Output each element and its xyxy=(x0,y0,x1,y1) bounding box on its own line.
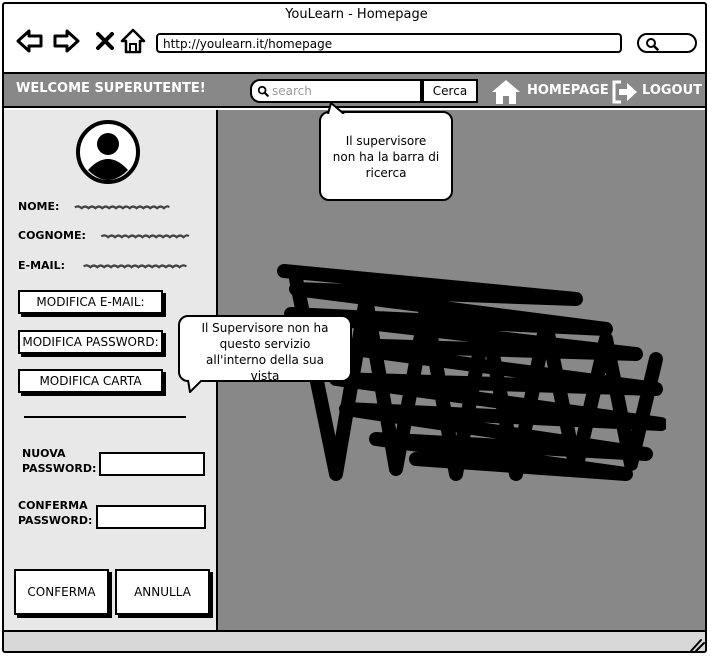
logout-icon[interactable] xyxy=(611,79,639,105)
callout-tail xyxy=(187,380,203,393)
confirm-password-label: CONFERMA PASSWORD: xyxy=(18,499,93,527)
service-note-callout: Il Supervisore non ha questo servizio al… xyxy=(178,315,352,383)
divider xyxy=(24,416,186,418)
nome-value xyxy=(74,205,171,210)
resize-handle-icon[interactable] xyxy=(689,638,705,652)
search-icon xyxy=(257,85,269,97)
email-value xyxy=(82,264,188,269)
confirm-button[interactable]: CONFERMA xyxy=(14,569,109,615)
home-icon[interactable] xyxy=(118,26,148,56)
cognome-label: COGNOME: xyxy=(18,229,86,242)
homepage-link[interactable]: HOMEPAGE xyxy=(527,83,609,98)
search-placeholder: search xyxy=(272,84,312,98)
cancel-button[interactable]: ANNULLA xyxy=(115,569,210,615)
home-icon[interactable] xyxy=(491,79,521,105)
edit-email-button[interactable]: MODIFICA E-MAIL: xyxy=(18,290,163,314)
welcome-text: WELCOME SUPERUTENTE! xyxy=(16,81,206,96)
cognome-value xyxy=(100,234,190,239)
search-note-callout: Il supervisore non ha la barra di ricerc… xyxy=(319,111,453,201)
status-bar xyxy=(4,630,705,651)
url-field[interactable]: http://youlearn.it/homepage xyxy=(156,33,622,53)
window-title: YouLearn - Homepage xyxy=(285,7,428,22)
search-input[interactable]: search xyxy=(250,79,422,103)
search-button[interactable]: Cerca xyxy=(422,79,478,103)
browser-search-field[interactable] xyxy=(637,33,697,53)
new-password-input[interactable] xyxy=(99,452,205,476)
callout-tail xyxy=(327,102,345,114)
new-password-label: NUOVA PASSWORD: xyxy=(22,447,97,475)
email-label: E-MAIL: xyxy=(18,259,66,272)
forward-arrow-icon[interactable] xyxy=(52,26,82,56)
browser-window: YouLearn - Homepage http://youlearn.it/h… xyxy=(2,2,707,653)
avatar xyxy=(76,120,140,184)
edit-card-button[interactable]: MODIFICA CARTA xyxy=(18,369,163,393)
back-arrow-icon[interactable] xyxy=(14,26,44,56)
confirm-password-input[interactable] xyxy=(96,505,206,529)
edit-password-button[interactable]: MODIFICA PASSWORD: xyxy=(18,330,163,354)
close-icon[interactable] xyxy=(90,26,120,56)
nome-label: NOME: xyxy=(18,200,60,213)
search-icon xyxy=(646,38,659,51)
logout-link[interactable]: LOGOUT xyxy=(642,83,702,98)
